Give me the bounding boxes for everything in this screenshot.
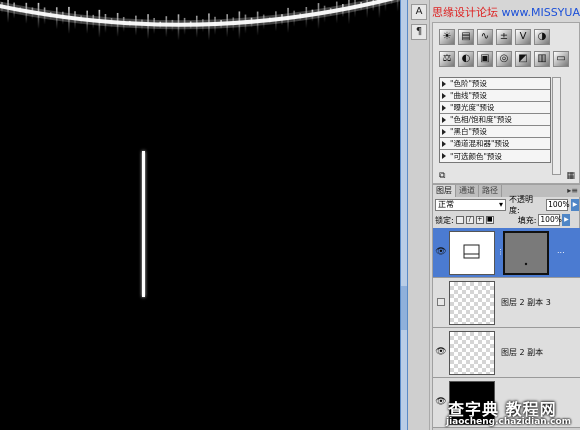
adjustment-icons-row-2: ⚖ ◐ ▣ ◎ ◩ ▥ ▭ xyxy=(439,51,569,69)
invert-icon[interactable]: ◩ xyxy=(515,51,531,67)
lock-fill-row: 锁定: / + ■ 填充: 100% ▶ xyxy=(435,214,579,226)
exposure-icon[interactable]: ± xyxy=(496,29,512,45)
black-white-icon[interactable]: ◐ xyxy=(458,51,474,67)
expand-triangle-icon xyxy=(442,128,446,135)
glow-arc-graphic xyxy=(0,0,400,41)
adjustment-icons-row-1: ☀ ▤ ∿ ± V ◑ xyxy=(439,29,550,47)
expand-triangle-icon xyxy=(442,153,446,159)
tab-channels[interactable]: 通道 xyxy=(456,185,479,197)
blend-mode-value: 正常 xyxy=(438,200,454,209)
preset-channel-mixer[interactable]: "通道混和器"预设 xyxy=(440,138,550,150)
panel-options-icon[interactable]: ▦ xyxy=(566,171,575,185)
fill-slider-button[interactable]: ▶ xyxy=(562,214,571,226)
eye-icon[interactable]: 👁 xyxy=(435,246,447,258)
lock-label: 锁定: xyxy=(435,215,454,225)
character-panel-button[interactable]: A xyxy=(411,4,427,20)
lock-position-icon[interactable]: + xyxy=(475,216,484,224)
eye-icon[interactable]: 👁 xyxy=(435,346,447,358)
layer-row[interactable]: 图层 2 副本 3 xyxy=(433,278,580,328)
lock-transparency-icon[interactable] xyxy=(455,216,464,224)
brightness-icon[interactable]: ☀ xyxy=(439,29,455,45)
preset-label: "通道混和器"预设 xyxy=(450,139,510,148)
paragraph-icon: ¶ xyxy=(415,26,423,37)
layer-thumb-graphic xyxy=(463,244,480,259)
preset-label: "曲线"预设 xyxy=(450,91,487,100)
layer-thumbnail xyxy=(449,231,495,275)
panel-menu-icon[interactable]: ▸≡ xyxy=(567,185,580,197)
character-icon: A xyxy=(415,6,423,17)
preset-label: "曝光度"预设 xyxy=(450,103,495,112)
opacity-label: 不透明度: xyxy=(508,195,533,215)
scroll-thumb[interactable] xyxy=(401,286,407,330)
opacity-field[interactable]: 100% xyxy=(546,199,570,211)
levels-icon[interactable]: ▤ xyxy=(458,29,474,45)
opacity-slider-button[interactable]: ▶ xyxy=(571,199,579,211)
vibrance-icon[interactable]: V xyxy=(515,29,531,45)
visibility-toggle-empty[interactable] xyxy=(437,298,445,306)
chevron-down-icon: ▾ xyxy=(498,200,503,209)
layer-name[interactable]: 图层 2 副本 3 xyxy=(501,297,551,308)
adjustments-panel: ☀ ▤ ∿ ± V ◑ ⚖ ◐ ▣ ◎ ◩ ▥ ▭ "色阶"预设 "曲线"预设 … xyxy=(432,22,580,184)
mask-thumb-graphic xyxy=(524,262,528,266)
layer-mask-thumbnail xyxy=(503,231,549,275)
preset-label: "色相/饱和度"预设 xyxy=(450,115,512,124)
preset-list: "色阶"预设 "曲线"预设 "曝光度"预设 "色相/饱和度"预设 "黑白"预设 … xyxy=(439,77,551,163)
color-balance-icon[interactable]: ⚖ xyxy=(439,51,455,67)
site-watermark-top: 思缘设计论坛 www.MISSYUAN.COM xyxy=(432,4,580,20)
layer-more-indicator: ... xyxy=(557,246,565,255)
paragraph-panel-button[interactable]: ¶ xyxy=(411,24,427,40)
tab-layers[interactable]: 图层 xyxy=(433,185,456,197)
curves-icon[interactable]: ∿ xyxy=(477,29,493,45)
hue-saturation-icon[interactable]: ◑ xyxy=(534,29,550,45)
watermark-url: jiaocheng.chazidian.com xyxy=(446,417,572,427)
document-canvas[interactable] xyxy=(0,0,400,430)
preset-curves[interactable]: "曲线"预设 xyxy=(440,90,550,102)
preset-black-white[interactable]: "黑白"预设 xyxy=(440,126,550,138)
vertical-light-line xyxy=(142,151,145,297)
preset-scrollbar[interactable] xyxy=(552,77,561,175)
layer-row[interactable]: 👁 图层 2 副本 xyxy=(433,328,580,378)
expand-triangle-icon xyxy=(442,140,446,147)
preset-label: "黑白"预设 xyxy=(450,127,487,136)
tab-paths[interactable]: 路径 xyxy=(479,185,502,197)
preset-hue-saturation[interactable]: "色相/饱和度"预设 xyxy=(440,114,550,126)
fill-field[interactable]: 100% xyxy=(538,214,562,226)
fill-label: 填充: xyxy=(517,215,537,225)
watermark-site: www.MISSYUAN.COM xyxy=(501,6,580,19)
photoshop-window: A ¶ 思缘设计论坛 www.MISSYUAN.COM ☀ ▤ ∿ ± V ◑ … xyxy=(0,0,580,430)
gradient-map-icon[interactable]: ▭ xyxy=(553,51,569,67)
expand-triangle-icon xyxy=(442,80,446,87)
preset-label: "可选颜色"预设 xyxy=(450,151,502,161)
layers-panel: 图层 通道 路径 ▸≡ 正常 ▾ 不透明度: 100% ▶ 锁定: / + ■ xyxy=(432,184,580,430)
lock-all-icon[interactable]: ■ xyxy=(485,216,494,224)
layers-panel-tabs: 图层 通道 路径 ▸≡ xyxy=(433,185,580,197)
adjustments-footer: ⧉ ▦ xyxy=(433,171,580,185)
expand-triangle-icon xyxy=(442,116,446,123)
lock-image-icon[interactable]: / xyxy=(465,216,474,224)
preset-selective-color[interactable]: "可选颜色"预设 xyxy=(440,150,550,162)
posterize-icon[interactable]: ▥ xyxy=(534,51,550,67)
clip-to-layer-icon[interactable]: ⧉ xyxy=(439,171,445,185)
expand-triangle-icon xyxy=(442,92,446,99)
scroll-track[interactable] xyxy=(401,0,407,430)
watermark-prefix: 思缘设计论坛 xyxy=(432,6,502,19)
blend-opacity-row: 正常 ▾ 不透明度: 100% ▶ xyxy=(435,195,579,215)
channel-mixer-icon[interactable]: ◎ xyxy=(496,51,512,67)
blend-mode-select[interactable]: 正常 ▾ xyxy=(435,199,506,211)
preset-exposure[interactable]: "曝光度"预设 xyxy=(440,102,550,114)
layer-row[interactable]: 👁 ⋮ ... xyxy=(433,228,580,278)
preset-label: "色阶"预设 xyxy=(450,79,487,88)
panel-dock: A ¶ 思缘设计论坛 www.MISSYUAN.COM ☀ ▤ ∿ ± V ◑ … xyxy=(408,0,580,430)
preset-levels[interactable]: "色阶"预设 xyxy=(440,78,550,90)
expand-triangle-icon xyxy=(442,104,446,111)
site-watermark-bottom: 查字典 教程网 jiaocheng.chazidian.com xyxy=(440,396,580,430)
layer-thumbnail xyxy=(449,331,495,375)
photo-filter-icon[interactable]: ▣ xyxy=(477,51,493,67)
layer-name[interactable]: 图层 2 副本 xyxy=(501,347,543,358)
layer-thumbnail xyxy=(449,281,495,325)
collapsed-panel-strip: A ¶ xyxy=(408,0,430,430)
